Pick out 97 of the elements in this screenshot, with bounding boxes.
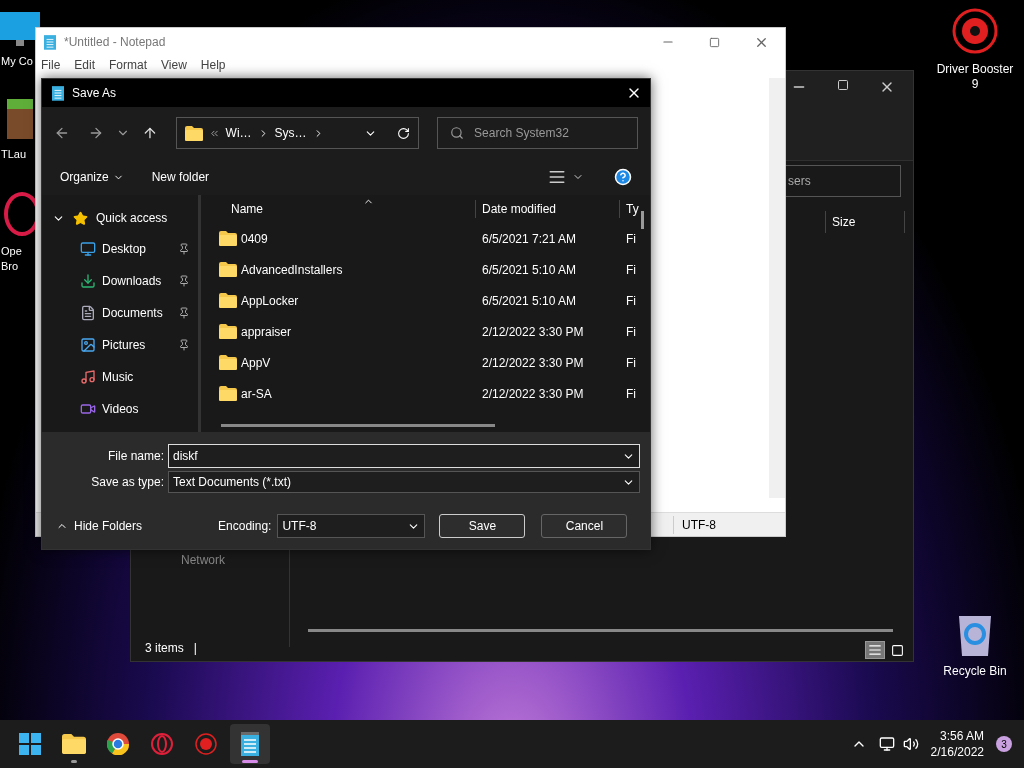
sidebar-item[interactable]: Desktop (102, 240, 172, 258)
folder-icon (219, 231, 237, 246)
notepad-icon (52, 85, 64, 101)
star-icon (73, 210, 88, 226)
field-label: File name: (106, 448, 164, 465)
clock-date[interactable]: 2/16/2022 (930, 744, 984, 760)
menu-item[interactable]: Format (109, 56, 148, 74)
view-list-icon[interactable] (548, 168, 566, 186)
field-label: Encoding: (218, 518, 272, 535)
dialog-title: Save As (72, 85, 117, 102)
column-header[interactable]: Date modified (475, 200, 619, 218)
menu-item[interactable]: File (41, 56, 61, 74)
file-type: Fi (625, 292, 636, 310)
document-icon (80, 305, 96, 321)
file-name[interactable]: appraiser (241, 322, 292, 341)
file-name[interactable]: ar-SA (241, 384, 272, 403)
speaker-icon[interactable] (902, 736, 919, 752)
date-modified: 6/5/2021 5:10 AM (481, 261, 578, 279)
file-name[interactable]: AppLocker (241, 291, 299, 310)
organize-button[interactable]: Organize (60, 168, 124, 186)
date-modified: 2/12/2022 3:30 PM (481, 354, 585, 372)
sidebar-item[interactable]: Downloads (102, 272, 172, 290)
file-name[interactable]: AppV (241, 353, 271, 372)
desktop-icon-label[interactable]: TLau (0, 147, 27, 162)
picture-icon (80, 337, 96, 353)
folder-icon (219, 355, 237, 370)
status-separator: | (193, 640, 197, 657)
hide-folders-button[interactable]: Hide Folders (52, 517, 143, 535)
sidebar-item[interactable]: Videos (102, 400, 172, 418)
taskbar-app[interactable] (230, 724, 270, 764)
menu-item[interactable]: View (161, 56, 187, 74)
folder-icon (184, 125, 203, 141)
ring-icon (151, 733, 173, 755)
notification-badge[interactable]: 3 (996, 736, 1012, 752)
column-header[interactable]: Ty (619, 200, 639, 218)
film-icon (80, 401, 96, 417)
sidebar-item[interactable]: Pictures (102, 336, 172, 354)
encoding-status: UTF-8 (673, 515, 716, 534)
grass-block-icon (7, 99, 33, 139)
window-title: *Untitled - Notepad (64, 34, 166, 51)
help-icon[interactable] (614, 168, 632, 186)
address-bar[interactable]: Wi… Sys… (175, 117, 420, 149)
encoding-dropdown[interactable]: UTF-8 (277, 514, 426, 538)
sidebar-item[interactable]: Documents (102, 304, 172, 322)
field-label: Save as type: (90, 474, 164, 491)
menu-item[interactable]: Help (200, 56, 226, 74)
folder-icon (219, 293, 237, 308)
folder-icon (219, 386, 237, 401)
date-modified: 6/5/2021 5:10 AM (481, 292, 578, 310)
nav-item[interactable]: Network (181, 551, 225, 569)
file-type: Fi (625, 323, 636, 341)
scrollbar[interactable] (769, 78, 785, 498)
file-name-field[interactable]: diskf (168, 444, 640, 468)
sidebar-item[interactable]: Quick access (96, 209, 168, 227)
folder-icon (62, 734, 86, 754)
refresh-icon[interactable] (397, 126, 411, 140)
column-header[interactable]: Size (825, 211, 905, 233)
file-name[interactable]: AdvancedInstallers (241, 260, 343, 279)
search-icon (450, 126, 465, 140)
list-icon (868, 643, 882, 657)
new-folder-button[interactable]: New folder (151, 168, 210, 186)
square-icon (890, 643, 904, 657)
file-type: Fi (625, 261, 636, 279)
search-field[interactable]: Search System32 (437, 117, 638, 149)
date-modified: 6/5/2021 7:21 AM (481, 230, 578, 248)
windows-logo-icon (19, 733, 41, 755)
monitor-icon (80, 241, 96, 257)
file-type-dropdown[interactable]: Text Documents (*.txt) (168, 471, 640, 493)
download-icon (80, 273, 96, 289)
music-note-icon (80, 369, 96, 385)
monitor-icon (0, 12, 40, 46)
folder-icon (219, 324, 237, 339)
menu-item[interactable]: Edit (74, 56, 96, 74)
desktop-icon-label[interactable]: Ope Bro (0, 244, 22, 274)
date-modified: 2/12/2022 3:30 PM (481, 385, 585, 403)
desktop-icon-label[interactable]: Recycle Bin (943, 664, 1007, 679)
back-arrow-icon[interactable] (54, 125, 70, 141)
file-type: Fi (625, 385, 636, 403)
desktop-icon-label[interactable]: My Co (0, 54, 33, 69)
breadcrumb-segment[interactable]: Wi… (225, 124, 252, 142)
save-button[interactable]: Save (439, 514, 526, 538)
file-type: Fi (625, 230, 636, 248)
browser-icon (107, 733, 129, 755)
column-header[interactable]: Name (201, 200, 475, 218)
breadcrumb-segment[interactable]: Sys… (274, 124, 307, 142)
date-modified: 2/12/2022 3:30 PM (481, 323, 585, 341)
network-icon[interactable] (878, 736, 895, 752)
status-text: 3 items (145, 640, 184, 657)
notepad-icon (44, 34, 56, 50)
cancel-button[interactable]: Cancel (541, 514, 628, 538)
file-type: Fi (625, 354, 636, 372)
file-name[interactable]: 0409 (241, 229, 268, 248)
desktop-icon-label[interactable]: Driver Booster 9 (936, 62, 1014, 92)
folder-icon (219, 262, 237, 277)
notepad-icon (240, 732, 260, 756)
sidebar-item[interactable]: Music (102, 368, 172, 386)
clock-time[interactable]: 3:56 AM (939, 728, 984, 744)
